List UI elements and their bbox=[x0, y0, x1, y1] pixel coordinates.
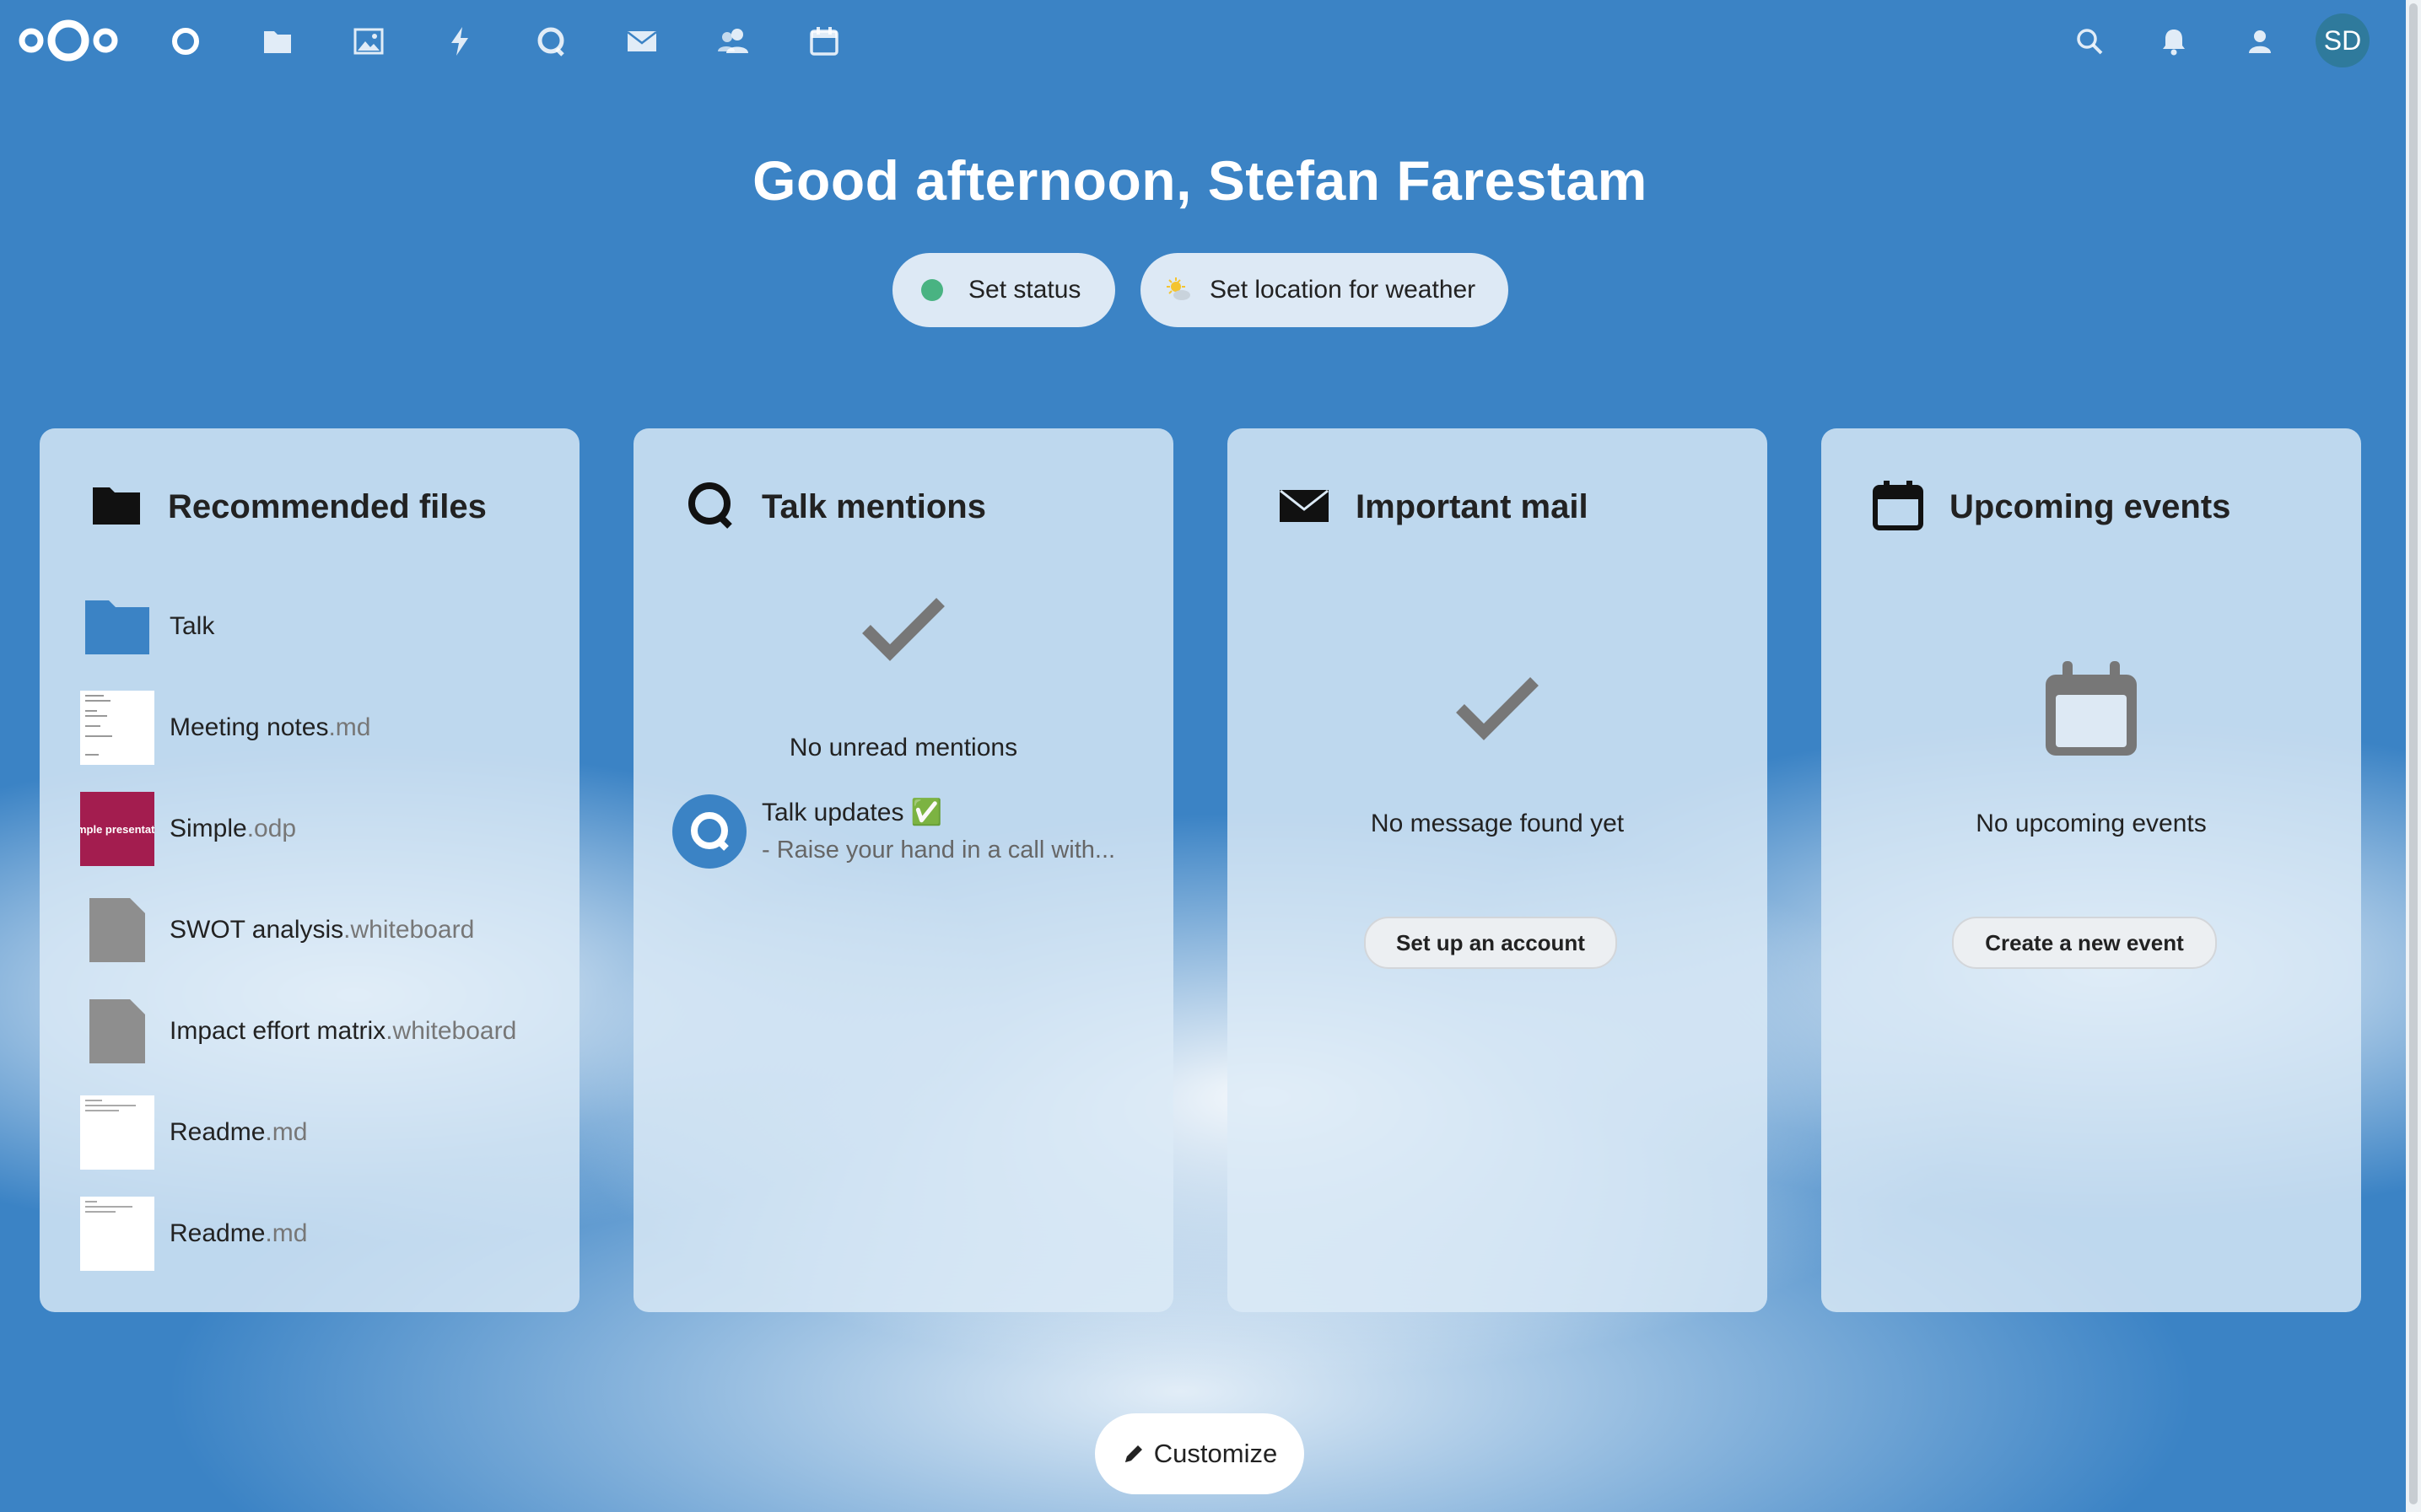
user-avatar[interactable]: SD bbox=[2316, 13, 2370, 67]
set-weather-location-button[interactable]: Set location for weather bbox=[1140, 253, 1508, 327]
checkmark-icon bbox=[1453, 673, 1541, 745]
calendar-icon bbox=[1872, 479, 1924, 535]
important-mail-widget: Important mail No message found yet Set … bbox=[1227, 428, 1767, 1312]
file-name: Simple.odp bbox=[170, 815, 297, 842]
empty-message: No unread mentions bbox=[789, 734, 1018, 761]
file-icon bbox=[80, 994, 154, 1068]
file-item[interactable]: mple presentati Simple.odp bbox=[80, 787, 553, 871]
file-item[interactable]: Readme.md bbox=[80, 1090, 553, 1175]
contacts-menu-icon[interactable] bbox=[2239, 22, 2278, 61]
notifications-icon[interactable] bbox=[2154, 22, 2193, 61]
talk-icon[interactable] bbox=[531, 22, 570, 61]
talk-avatar-icon bbox=[672, 794, 747, 869]
empty-message: No message found yet bbox=[1370, 810, 1625, 837]
pencil-icon bbox=[1122, 1442, 1146, 1466]
widget-title: Upcoming events bbox=[1949, 488, 2231, 525]
file-item[interactable]: Talk bbox=[80, 584, 553, 669]
nextcloud-logo[interactable] bbox=[17, 17, 120, 64]
create-event-button[interactable]: Create a new event bbox=[1952, 917, 2217, 969]
scrollbar-thumb[interactable] bbox=[2409, 3, 2418, 1504]
set-status-button[interactable]: Set status bbox=[892, 253, 1115, 327]
file-name: Impact effort matrix.whiteboard bbox=[170, 1017, 517, 1045]
files-icon[interactable] bbox=[258, 22, 297, 61]
folder-icon bbox=[90, 479, 143, 535]
activity-icon[interactable] bbox=[440, 22, 479, 61]
top-bar: SD bbox=[0, 0, 2421, 81]
widget-header: Talk mentions bbox=[684, 479, 986, 535]
set-up-account-button[interactable]: Set up an account bbox=[1364, 917, 1617, 969]
empty-message: No upcoming events bbox=[1976, 810, 2207, 837]
mail-icon[interactable] bbox=[623, 22, 661, 61]
file-item[interactable]: Impact effort matrix.whiteboard bbox=[80, 989, 553, 1073]
document-thumbnail bbox=[80, 691, 154, 765]
document-thumbnail bbox=[80, 1095, 154, 1170]
widget-header: Upcoming events bbox=[1872, 479, 2230, 535]
conversation-subtitle: - Raise your hand in a call with... bbox=[762, 837, 1116, 864]
search-icon[interactable] bbox=[2070, 22, 2109, 61]
set-status-label: Set status bbox=[968, 276, 1081, 304]
presentation-thumbnail-text: mple presentati bbox=[80, 822, 154, 836]
conversation-title: Talk updates ✅ bbox=[762, 799, 943, 826]
folder-icon bbox=[80, 589, 154, 664]
talk-icon bbox=[684, 479, 736, 535]
mail-icon bbox=[1278, 479, 1330, 535]
file-item[interactable]: SWOT analysis.whiteboard bbox=[80, 888, 553, 972]
widget-title: Talk mentions bbox=[762, 488, 986, 525]
file-icon bbox=[80, 893, 154, 967]
customize-label: Customize bbox=[1153, 1439, 1278, 1468]
weather-icon bbox=[1164, 276, 1193, 304]
widget-title: Recommended files bbox=[168, 488, 487, 525]
widget-title: Important mail bbox=[1356, 488, 1588, 525]
set-weather-location-label: Set location for weather bbox=[1210, 276, 1476, 304]
customize-button[interactable]: Customize bbox=[1095, 1413, 1304, 1494]
file-name: Readme.md bbox=[170, 1118, 308, 1146]
file-name: SWOT analysis.whiteboard bbox=[170, 916, 475, 944]
file-name: Readme.md bbox=[170, 1219, 308, 1247]
calendar-icon[interactable] bbox=[805, 22, 844, 61]
file-item[interactable]: Meeting notes.md bbox=[80, 686, 553, 770]
calendar-empty-icon bbox=[2042, 658, 2140, 763]
file-item[interactable]: Readme.md bbox=[80, 1192, 553, 1276]
file-name: Meeting notes.md bbox=[170, 713, 371, 741]
presentation-thumbnail: mple presentati bbox=[80, 792, 154, 866]
online-status-icon bbox=[921, 279, 943, 301]
file-name: Talk bbox=[170, 612, 215, 640]
recommended-files-widget: Recommended files Talk Meeting notes.md … bbox=[40, 428, 580, 1312]
dashboard-icon[interactable] bbox=[166, 22, 205, 61]
page-scrollbar[interactable] bbox=[2406, 0, 2421, 1512]
talk-conversation-item[interactable]: Talk updates ✅ - Raise your hand in a ca… bbox=[672, 794, 1145, 874]
document-thumbnail bbox=[80, 1197, 154, 1271]
widget-header: Important mail bbox=[1278, 479, 1588, 535]
upcoming-events-widget: Upcoming events No upcoming events Creat… bbox=[1821, 428, 2361, 1312]
talk-mentions-widget: Talk mentions No unread mentions Talk up… bbox=[634, 428, 1173, 1312]
checkmark-icon bbox=[860, 594, 947, 665]
greeting-title: Good afternoon, Stefan Farestam bbox=[752, 149, 1647, 212]
contacts-icon[interactable] bbox=[714, 22, 752, 61]
widget-header: Recommended files bbox=[90, 479, 487, 535]
photos-icon[interactable] bbox=[349, 22, 388, 61]
